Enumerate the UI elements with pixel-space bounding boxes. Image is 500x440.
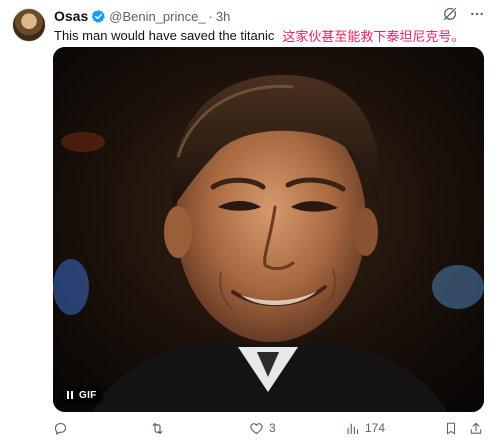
- retweet-button[interactable]: [149, 418, 171, 438]
- share-icon: [469, 421, 483, 436]
- author-handle[interactable]: @Benin_prince_: [109, 9, 205, 24]
- bookmark-icon: [444, 421, 458, 436]
- views-icon: [345, 421, 360, 436]
- gif-label: GIF: [79, 389, 97, 401]
- reply-button[interactable]: [53, 418, 73, 438]
- author-name[interactable]: Osas: [54, 8, 88, 24]
- views-button[interactable]: 174: [345, 418, 385, 438]
- more-icon[interactable]: [468, 6, 486, 22]
- gif-frame-image: [53, 47, 484, 412]
- gif-badge[interactable]: GIF: [61, 386, 103, 404]
- tweet[interactable]: Osas @Benin_prince_ · 3h This man would …: [0, 0, 500, 440]
- tweet-header: Osas @Benin_prince_ · 3h: [54, 7, 230, 25]
- grok-icon[interactable]: [442, 6, 458, 22]
- separator-dot: ·: [208, 8, 213, 24]
- header-actions: [442, 6, 486, 22]
- tweet-text: This man would have saved the titanic: [54, 27, 275, 43]
- action-bar: 3 174: [53, 418, 484, 438]
- gif-media[interactable]: GIF: [53, 47, 484, 412]
- share-button[interactable]: [469, 418, 483, 438]
- like-button[interactable]: 3: [249, 418, 276, 438]
- tweet-translation: 这家伙甚至能救下泰坦尼克号。: [282, 28, 465, 44]
- timestamp[interactable]: 3h: [216, 9, 230, 24]
- reply-icon: [53, 421, 68, 436]
- heart-icon: [249, 421, 264, 436]
- like-count: 3: [269, 421, 276, 435]
- retweet-icon: [149, 421, 166, 436]
- verified-badge-icon: [91, 9, 106, 24]
- pause-icon: [67, 391, 73, 399]
- views-count: 174: [365, 421, 386, 435]
- bookmark-button[interactable]: [444, 418, 458, 438]
- avatar[interactable]: [12, 8, 46, 42]
- tweet-body: This man would have saved the titanic 这家…: [54, 26, 464, 44]
